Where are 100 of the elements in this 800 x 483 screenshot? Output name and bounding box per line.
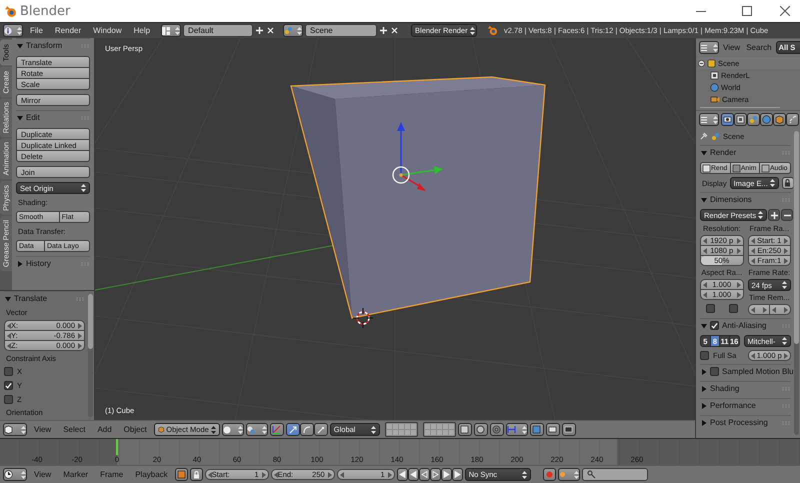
remove-button[interactable] xyxy=(781,209,793,221)
panel-header[interactable]: Performance xyxy=(700,398,791,412)
scrollbar[interactable] xyxy=(794,131,799,435)
play-reverse-icon xyxy=(420,471,428,478)
properties-tab[interactable] xyxy=(721,113,734,126)
properties-tab[interactable] xyxy=(760,113,773,126)
menu-item[interactable]: Help xyxy=(128,26,156,35)
layout-icon xyxy=(162,26,170,34)
clock-icon xyxy=(4,470,13,479)
time-remap-field[interactable] xyxy=(748,304,770,315)
keying-set-field[interactable] xyxy=(582,468,648,481)
spiral-icon xyxy=(492,425,502,434)
curve-icon xyxy=(302,426,311,434)
playback-button[interactable] xyxy=(418,468,430,481)
list-icon xyxy=(700,116,708,124)
menu-item[interactable]: Playback xyxy=(130,470,173,479)
checkbox[interactable] xyxy=(4,367,13,376)
checkbox[interactable] xyxy=(706,304,715,313)
menu-item[interactable]: Select xyxy=(58,425,90,434)
editor-type-button[interactable] xyxy=(3,468,27,481)
info-icon xyxy=(4,26,12,34)
collapse-toggle-icon[interactable] xyxy=(698,60,705,66)
lock-icon xyxy=(192,470,200,478)
menu-item[interactable]: View xyxy=(721,43,742,52)
3d-cursor-icon xyxy=(352,308,374,328)
checkbox[interactable] xyxy=(710,321,719,330)
scene-button[interactable] xyxy=(283,24,304,37)
time-remap-field[interactable] xyxy=(768,304,791,315)
cube-icon xyxy=(775,115,784,124)
manipulator-mode-button[interactable] xyxy=(286,423,300,436)
layer-buttons[interactable] xyxy=(384,422,418,437)
properties-tab[interactable] xyxy=(734,113,747,126)
panel-header[interactable]: History xyxy=(16,256,90,270)
checkbox[interactable] xyxy=(4,395,13,404)
panel-header[interactable]: Shading xyxy=(700,381,791,395)
toolbar-button[interactable] xyxy=(530,423,544,436)
scene-field[interactable]: Scene xyxy=(305,24,378,37)
checkbox[interactable] xyxy=(700,351,709,360)
up-down-arrows-icon xyxy=(713,116,718,124)
properties-tab[interactable] xyxy=(786,113,799,126)
render-button[interactable] xyxy=(546,423,560,436)
panel-header[interactable]: Post Processing xyxy=(700,415,791,429)
toolbar-button[interactable] xyxy=(458,423,472,436)
checkbox[interactable] xyxy=(4,381,13,390)
menu-item[interactable]: Marker xyxy=(58,470,94,479)
properties-tab[interactable] xyxy=(773,113,786,126)
menu-item[interactable]: Frame xyxy=(95,470,128,479)
snap-dropdown[interactable] xyxy=(506,423,528,436)
cube-icon xyxy=(158,425,164,434)
menu-item[interactable]: Add xyxy=(92,425,117,434)
menu-item[interactable]: File xyxy=(25,26,48,35)
editor-type-button[interactable] xyxy=(3,423,27,436)
editor-type-button[interactable] xyxy=(699,113,719,126)
manipulator-icon xyxy=(272,425,282,434)
shading-dropdown[interactable] xyxy=(222,423,244,436)
toolbar-button[interactable] xyxy=(190,468,203,481)
keyframe-back-icon xyxy=(410,471,417,478)
playback-button[interactable] xyxy=(452,468,463,481)
add-button[interactable] xyxy=(768,209,780,221)
panel-header[interactable]: Anti-Aliasing xyxy=(700,318,791,332)
render-button[interactable] xyxy=(562,423,576,436)
panel-header[interactable]: Render xyxy=(700,145,791,159)
editor-type-button[interactable] xyxy=(3,24,23,37)
scrollbar[interactable] xyxy=(700,107,780,108)
checkbox[interactable] xyxy=(729,304,738,313)
close-icon xyxy=(266,26,276,35)
lock-icon xyxy=(784,179,792,187)
toolbar-button[interactable] xyxy=(474,423,488,436)
pivot-dropdown[interactable] xyxy=(246,423,268,436)
properties-tab[interactable] xyxy=(747,113,760,126)
menu-item[interactable]: View xyxy=(29,425,56,434)
keying-dropdown[interactable] xyxy=(558,468,580,481)
plus-icon xyxy=(770,210,779,220)
circle-icon xyxy=(476,425,486,434)
panel-header[interactable]: Transform xyxy=(16,38,90,52)
screen-layout-field[interactable]: Default xyxy=(183,24,254,37)
playback-button[interactable] xyxy=(408,468,419,481)
record-button[interactable] xyxy=(542,468,556,481)
playback-button[interactable] xyxy=(430,468,441,481)
editor-type-button[interactable] xyxy=(699,41,719,54)
manipulator-mode-button[interactable] xyxy=(300,423,314,436)
toolbar-button[interactable] xyxy=(490,423,504,436)
toolbar-button[interactable] xyxy=(174,468,188,481)
manipulator-mode-button[interactable] xyxy=(314,423,328,436)
scrollbar[interactable] xyxy=(88,294,93,417)
manipulator-toggle[interactable] xyxy=(270,423,284,436)
screen-layout-button[interactable] xyxy=(161,24,182,37)
checkbox[interactable] xyxy=(710,367,719,376)
menu-item[interactable]: Search xyxy=(744,43,774,52)
panel-header[interactable]: Dimensions xyxy=(700,192,791,206)
lock-button[interactable] xyxy=(782,177,793,189)
arrow-left-icon xyxy=(750,306,754,312)
menu-item[interactable]: Window xyxy=(88,26,127,35)
playback-button[interactable] xyxy=(440,468,452,481)
panel-header[interactable]: Edit xyxy=(16,110,90,124)
menu-item[interactable]: View xyxy=(29,470,56,479)
layer-buttons[interactable] xyxy=(422,422,456,437)
menu-item[interactable]: Object xyxy=(118,425,152,434)
cube-icon xyxy=(4,425,13,434)
menu-item[interactable]: Render xyxy=(50,26,86,35)
